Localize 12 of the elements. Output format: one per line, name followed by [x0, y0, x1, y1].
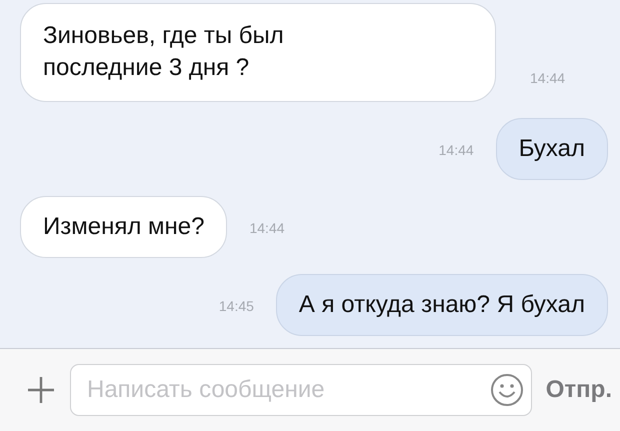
message-time: 14:45: [218, 298, 254, 314]
message-time: 14:44: [249, 220, 285, 236]
plus-icon[interactable]: [26, 375, 56, 405]
message-input-field[interactable]: Написать сообщение: [70, 364, 532, 416]
message-bubble: Зиновьев, где ты был последние 3 дня ?: [20, 3, 496, 102]
message-bubble: А я откуда знаю? Я бухал: [276, 274, 608, 336]
message-time: 14:44: [438, 142, 474, 158]
send-button[interactable]: Отпр.: [546, 376, 612, 404]
smiley-icon[interactable]: [490, 373, 524, 407]
message-bubble: Изменял мне?: [20, 196, 228, 258]
message-time: 14:44: [530, 70, 566, 86]
message-bubble: Бухал: [496, 118, 608, 180]
